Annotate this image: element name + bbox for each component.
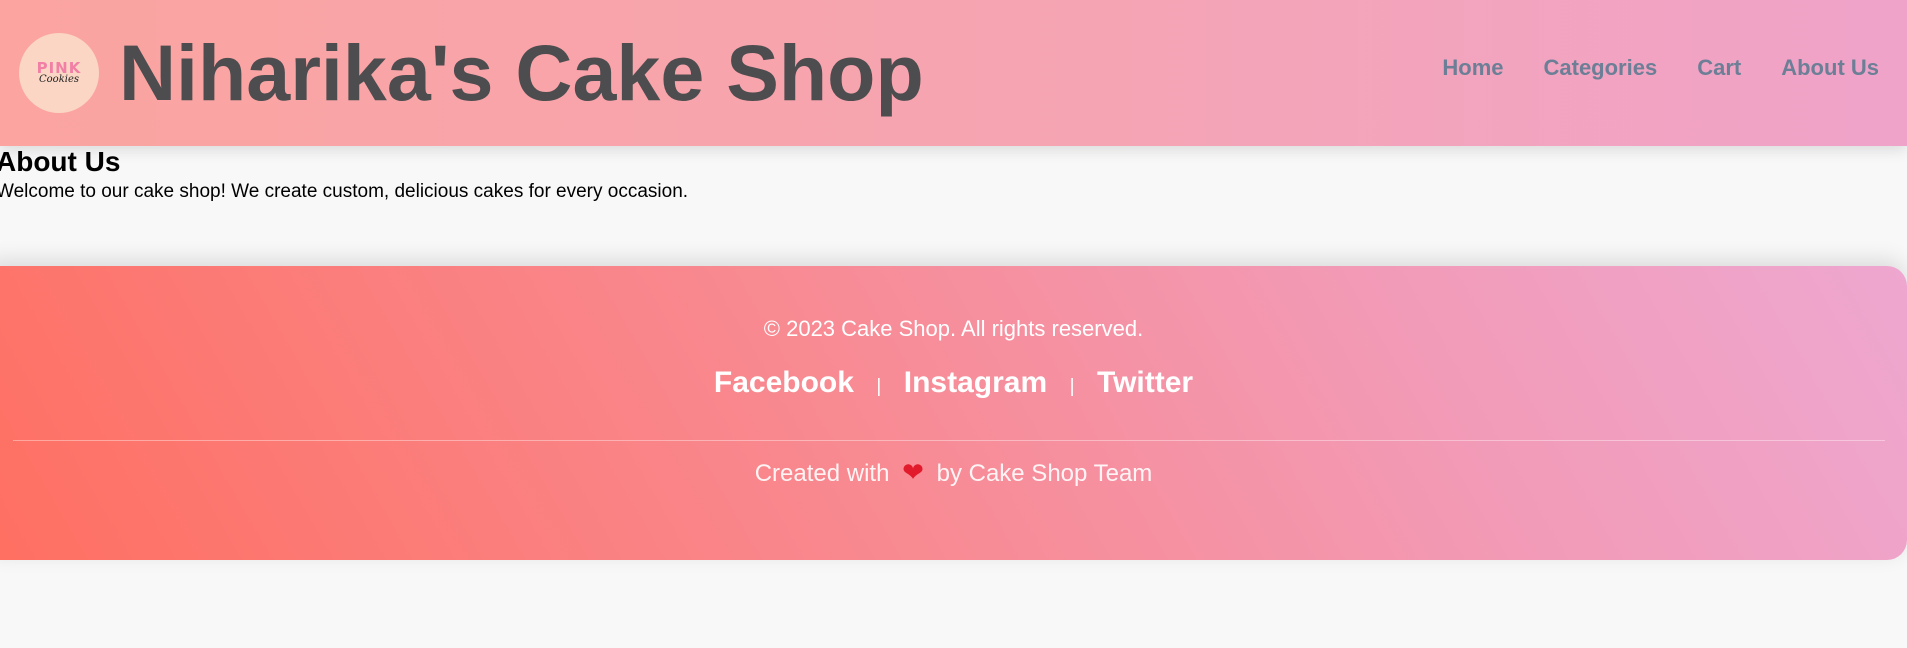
footer-divider bbox=[13, 440, 1885, 441]
nav-categories-link[interactable]: Categories bbox=[1544, 55, 1658, 81]
site-footer: © 2023 Cake Shop. All rights reserved. F… bbox=[0, 266, 1907, 560]
main-nav: Home Categories Cart About Us bbox=[1442, 55, 1879, 81]
instagram-link[interactable]: Instagram bbox=[904, 366, 1047, 399]
link-separator: | bbox=[876, 376, 882, 397]
social-links: Facebook | Instagram | Twitter bbox=[0, 366, 1907, 400]
credit-suffix: by Cake Shop Team bbox=[936, 460, 1153, 487]
shop-logo[interactable]: PINK Cookies bbox=[19, 33, 99, 113]
twitter-link[interactable]: Twitter bbox=[1097, 366, 1193, 399]
logo-sub-text: Cookies bbox=[39, 74, 79, 85]
nav-about-us-link[interactable]: About Us bbox=[1781, 55, 1879, 81]
nav-cart-link[interactable]: Cart bbox=[1697, 55, 1741, 81]
about-description: Welcome to our cake shop! We create cust… bbox=[0, 181, 689, 202]
copyright-text: © 2023 Cake Shop. All rights reserved. bbox=[763, 316, 1144, 341]
heart-icon: ❤ bbox=[902, 458, 924, 488]
nav-home-link[interactable]: Home bbox=[1442, 55, 1503, 81]
facebook-link[interactable]: Facebook bbox=[714, 366, 854, 399]
about-heading: About Us bbox=[0, 146, 121, 177]
link-separator: | bbox=[1069, 376, 1075, 397]
site-header: PINK Cookies Niharika's Cake Shop Home C… bbox=[0, 0, 1907, 146]
credit-line: Created with ❤ by Cake Shop Team bbox=[0, 458, 1907, 488]
credit-prefix: Created with bbox=[754, 460, 890, 487]
site-title: Niharika's Cake Shop bbox=[119, 28, 924, 117]
